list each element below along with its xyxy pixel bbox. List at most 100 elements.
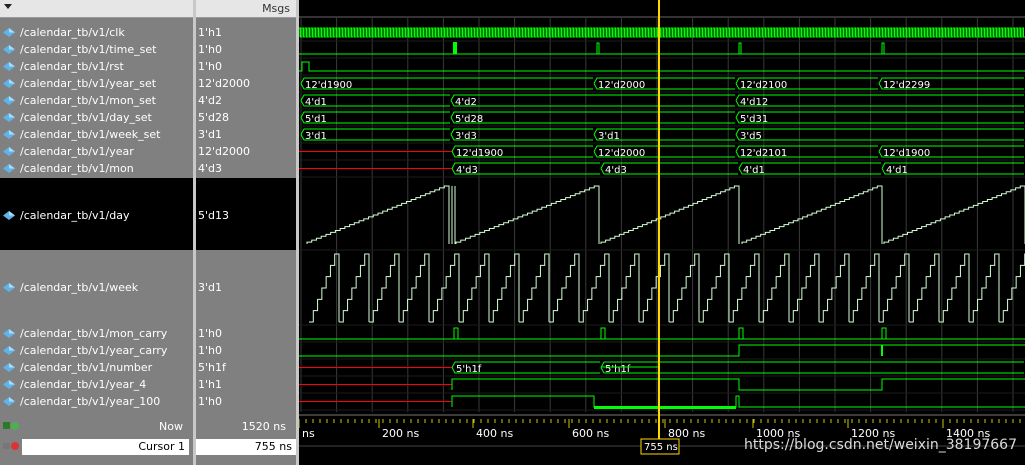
- watermark: https://blog.csdn.net/weixin_38197667: [743, 437, 1017, 453]
- delete-cursor-icon[interactable]: [2, 440, 20, 452]
- signal-value: 3'd1: [198, 281, 223, 294]
- signal-value: 5'd13: [198, 208, 230, 222]
- add-cursor-icon[interactable]: [2, 420, 20, 432]
- signal-value-row[interactable]: 1'h0: [196, 393, 296, 410]
- signal-value-row[interactable]: 1'h1: [196, 376, 296, 393]
- mon_set-label: 4'd2: [455, 97, 477, 108]
- mon-label: 4'd3: [456, 165, 478, 176]
- mon-label: 4'd1: [886, 165, 908, 176]
- signal-value: 1'h1: [198, 378, 222, 391]
- signal-row[interactable]: /calendar_tb/v1/time_set: [0, 41, 193, 58]
- year-label: 12'd1900: [883, 148, 930, 159]
- week_set-segment: [735, 128, 1024, 141]
- signal-name: /calendar_tb/v1/mon: [20, 162, 134, 175]
- number-label: 5'h1f: [605, 364, 631, 375]
- signal-row[interactable]: /calendar_tb/v1/number: [0, 359, 193, 376]
- week_set-label: 3'd1: [598, 131, 620, 142]
- signal-value-row[interactable]: 1'h0: [196, 41, 296, 58]
- signal-row[interactable]: /calendar_tb/v1/clk: [0, 24, 193, 41]
- mon-carry-pulse: [600, 327, 606, 339]
- year100-wave: [451, 395, 1025, 408]
- signal-value: 1'h0: [198, 327, 222, 340]
- signal-name: /calendar_tb/v1/mon_set: [20, 94, 156, 107]
- signal-value-row[interactable]: 1'h1: [196, 24, 296, 41]
- signal-value-row[interactable]: 4'd2: [196, 92, 296, 109]
- signal-row[interactable]: /calendar_tb/v1/day_set: [0, 109, 193, 126]
- timeline-tick-label: 600 ns: [572, 427, 609, 440]
- signal-value-row[interactable]: 3'd1: [196, 126, 296, 143]
- signal-row[interactable]: /calendar_tb/v1/week: [0, 279, 193, 296]
- signal-name: /calendar_tb/v1/year_100: [20, 395, 161, 408]
- signal-value-row[interactable]: 5'd13: [196, 207, 296, 224]
- signal-value-row[interactable]: 4'd3: [196, 160, 296, 177]
- signal-value-row[interactable]: 3'd1: [196, 279, 296, 296]
- signal-row[interactable]: /calendar_tb/v1/day: [0, 207, 193, 224]
- timeline-tick-label: ns: [302, 427, 315, 440]
- signal-row[interactable]: /calendar_tb/v1/mon_set: [0, 92, 193, 109]
- signal-value: 3'd1: [198, 128, 223, 141]
- signal-diamond-icon: [3, 113, 15, 122]
- signal-value: 1'h1: [198, 26, 222, 39]
- number-label: 5'h1f: [456, 364, 482, 375]
- signal-diamond-icon: [3, 346, 15, 355]
- signal-diamond-icon: [3, 210, 15, 220]
- week-wave: [309, 253, 1025, 323]
- day_set-label: 5'd28: [455, 114, 483, 125]
- now-label: Now: [159, 420, 183, 433]
- year-label: 12'd1900: [456, 148, 503, 159]
- cursor-value: 755 ns: [196, 439, 296, 455]
- mon_set-segment: [735, 94, 1024, 107]
- signal-name: /calendar_tb/v1/year_carry: [20, 344, 168, 357]
- signal-value: 1'h0: [198, 344, 222, 357]
- signal-name-pane: /calendar_tb/v1/clk/calendar_tb/v1/time_…: [0, 0, 193, 465]
- signal-value: 5'h1f: [198, 361, 226, 374]
- msgs-header: Msgs: [262, 2, 290, 15]
- signal-row[interactable]: /calendar_tb/v1/year_set: [0, 75, 193, 92]
- cursor-name[interactable]: Cursor 1: [22, 439, 189, 455]
- now-value: 1520 ns: [241, 420, 286, 433]
- number-segment: [600, 361, 1024, 374]
- signal-row[interactable]: /calendar_tb/v1/mon: [0, 160, 193, 177]
- collapse-arrow-icon[interactable]: [4, 4, 12, 9]
- year-label: 12'd2101: [740, 148, 787, 159]
- cursor-tag-label: 755 ns: [644, 442, 678, 453]
- signal-diamond-icon: [3, 164, 15, 173]
- signal-value-row[interactable]: 12'd2000: [196, 75, 296, 92]
- signal-value-row[interactable]: 5'd28: [196, 109, 296, 126]
- mon-carry-pulse: [738, 327, 744, 339]
- mon-label: 4'd1: [743, 165, 765, 176]
- wave-window: /calendar_tb/v1/clk/calendar_tb/v1/time_…: [0, 0, 1025, 465]
- signal-value: 4'd2: [198, 94, 223, 107]
- timeline-tick-label: 200 ns: [382, 427, 419, 440]
- signal-value: 12'd2000: [198, 77, 250, 90]
- signal-diamond-icon: [3, 45, 15, 54]
- time-set-pulse: [596, 42, 600, 54]
- signal-row[interactable]: /calendar_tb/v1/year_carry: [0, 342, 193, 359]
- waveform-canvas[interactable]: 12'd1900 12'd2000 12'd2100 12'd2299 4'd1 4'd2…: [299, 0, 1025, 465]
- signal-row[interactable]: /calendar_tb/v1/year_100: [0, 393, 193, 410]
- signal-row[interactable]: /calendar_tb/v1/mon_carry: [0, 325, 193, 342]
- signal-name: /calendar_tb/v1/clk: [20, 26, 125, 39]
- signal-row[interactable]: /calendar_tb/v1/year: [0, 143, 193, 160]
- signal-row[interactable]: /calendar_tb/v1/week_set: [0, 126, 193, 143]
- year100-low-band: [594, 406, 736, 409]
- signal-diamond-icon: [3, 329, 15, 338]
- signal-row[interactable]: /calendar_tb/v1/year_4: [0, 376, 193, 393]
- signal-value-row[interactable]: 12'd2000: [196, 143, 296, 160]
- signal-value-row[interactable]: 1'h0: [196, 58, 296, 75]
- signal-value: 12'd2000: [198, 145, 250, 158]
- signal-name: /calendar_tb/v1/year: [20, 145, 134, 158]
- signal-row[interactable]: /calendar_tb/v1/rst: [0, 58, 193, 75]
- signal-pane-header: [0, 0, 193, 18]
- signal-value-row[interactable]: 1'h0: [196, 325, 296, 342]
- signal-name: /calendar_tb/v1/mon_carry: [20, 327, 168, 340]
- signal-name: /calendar_tb/v1/number: [20, 361, 153, 374]
- waveform-pane[interactable]: 12'd1900 12'd2000 12'd2100 12'd2299 4'd1 4'd2…: [299, 0, 1025, 465]
- signal-value-row[interactable]: 1'h0: [196, 342, 296, 359]
- wave-header: [299, 0, 1025, 17]
- signal-pane-footer: Now Cursor 1: [0, 418, 193, 465]
- signal-name: /calendar_tb/v1/time_set: [20, 43, 157, 56]
- signal-value-row[interactable]: 5'h1f: [196, 359, 296, 376]
- signal-name: /calendar_tb/v1/day: [20, 208, 130, 222]
- week_set-label: 3'd3: [455, 131, 477, 142]
